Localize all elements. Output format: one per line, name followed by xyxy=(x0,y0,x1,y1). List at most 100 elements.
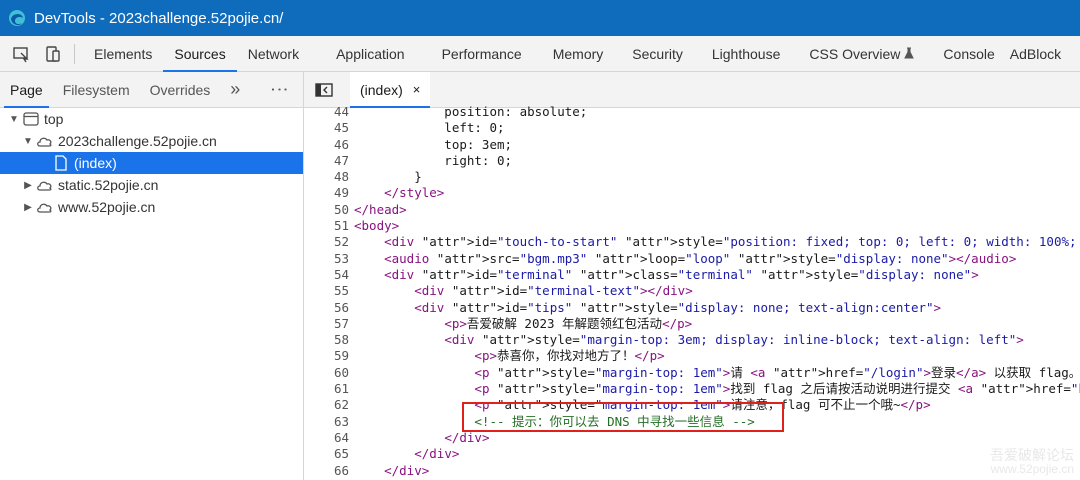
line-number[interactable]: 63 xyxy=(304,414,349,430)
edge-logo-icon xyxy=(8,9,26,27)
watermark-line-1: 吾爱破解论坛 xyxy=(990,447,1074,463)
line-number[interactable]: 58 xyxy=(304,332,349,348)
line-number[interactable]: 64 xyxy=(304,430,349,446)
tree-item-domain-www[interactable]: ▶ www.52pojie.cn xyxy=(0,196,303,218)
tab-page[interactable]: Page xyxy=(0,72,53,108)
tab-network[interactable]: Network xyxy=(237,36,310,71)
line-number-gutter: 44 45 46 47 48 49 50 51 52 53 54 55 56 57 58 59 60 61 62 63… xyxy=(304,104,349,480)
line-number[interactable]: 56 xyxy=(304,300,349,316)
code-line: right: 0; xyxy=(354,152,513,168)
tree-item-label: (index) xyxy=(74,155,117,171)
line-number[interactable]: 51 xyxy=(304,218,349,234)
tab-console[interactable]: Console xyxy=(925,36,1005,71)
editor-tab-label: (index) xyxy=(360,81,403,98)
code-line: <div "attr">style="margin-top: 3em; disp… xyxy=(444,332,1024,348)
code-line: <p>吾爱破解 2023 年解题领红包活动</p> xyxy=(444,315,693,331)
tree-item-label: top xyxy=(44,111,64,127)
code-line: left: 0; xyxy=(354,120,505,136)
cloud-icon xyxy=(36,133,54,149)
line-number[interactable]: 46 xyxy=(304,137,349,153)
devtools-toolbar: Elements Sources Network Application Per… xyxy=(0,36,1080,72)
more-tabs-icon[interactable]: » xyxy=(220,72,250,107)
line-number[interactable]: 60 xyxy=(304,365,349,381)
experiment-flask-icon xyxy=(904,46,915,62)
tab-lighthouse[interactable]: Lighthouse xyxy=(694,36,792,71)
tab-application[interactable]: Application xyxy=(310,36,416,71)
code-line: <audio "attr">src="bgm.mp3" "attr">loop=… xyxy=(384,250,1017,266)
tab-sources[interactable]: Sources xyxy=(163,36,238,72)
line-number[interactable]: 59 xyxy=(304,348,349,364)
navigator-tabs: Page Filesystem Overrides » ⋮ xyxy=(0,72,303,108)
line-number[interactable]: 52 xyxy=(304,234,349,250)
line-number[interactable]: 48 xyxy=(304,169,349,185)
code-line: } xyxy=(354,169,422,185)
cloud-icon xyxy=(36,199,54,215)
tree-item-label: www.52pojie.cn xyxy=(58,199,156,215)
expand-arrow-icon[interactable]: ▼ xyxy=(22,136,34,147)
highlight-box xyxy=(462,402,784,432)
collapse-arrow-icon[interactable]: ▶ xyxy=(22,202,34,213)
more-options-icon[interactable]: ⋮ xyxy=(262,71,297,109)
code-line: </div> xyxy=(384,462,430,478)
code-line: <div "attr">id="touch-to-start" "attr">s… xyxy=(384,234,1077,250)
tab-elements[interactable]: Elements xyxy=(83,36,163,71)
code-line: <p "attr">style="margin-top: 1em">找到 fla… xyxy=(474,381,1080,397)
code-line: <div "attr">id="tips" "attr">style="disp… xyxy=(414,299,942,315)
code-line: </div> xyxy=(414,446,460,462)
file-icon xyxy=(52,155,70,171)
tree-item-label: 2023challenge.52pojie.cn xyxy=(58,133,217,149)
editor-tab-index[interactable]: (index) × xyxy=(350,72,431,108)
inspect-element-icon[interactable] xyxy=(10,43,32,65)
line-number[interactable]: 47 xyxy=(304,153,349,169)
window-title: DevTools - 2023challenge.52pojie.cn/ xyxy=(34,9,284,27)
line-number[interactable]: 57 xyxy=(304,316,349,332)
code-line: position: absolute; xyxy=(354,104,588,119)
toolbar-divider xyxy=(74,43,75,64)
line-number[interactable]: 54 xyxy=(304,267,349,283)
code-line: <div "attr">id="terminal-text"></div> xyxy=(414,283,693,299)
tab-memory[interactable]: Memory xyxy=(533,36,615,71)
expand-arrow-icon[interactable]: ▼ xyxy=(8,114,20,125)
line-number[interactable]: 66 xyxy=(304,463,349,479)
code-line: <p>恭喜你，你找对地方了！</p> xyxy=(474,348,665,364)
tab-adblock[interactable]: AdBlock xyxy=(1006,36,1072,71)
code-line: </style> xyxy=(384,185,445,201)
tab-overrides[interactable]: Overrides xyxy=(140,72,221,107)
tab-performance[interactable]: Performance xyxy=(416,36,533,71)
frame-icon xyxy=(22,111,40,127)
tab-css-overview-label: CSS Overview xyxy=(809,45,901,62)
cloud-icon xyxy=(36,177,54,193)
line-number[interactable]: 53 xyxy=(304,251,349,267)
tab-css-overview[interactable]: CSS Overview xyxy=(791,36,925,71)
line-number[interactable]: 49 xyxy=(304,185,349,201)
code-line: </div> xyxy=(444,429,490,445)
line-number[interactable]: 65 xyxy=(304,446,349,462)
tree-item-label: static.52pojie.cn xyxy=(58,177,159,193)
line-number[interactable]: 50 xyxy=(304,202,349,218)
title-bar: DevTools - 2023challenge.52pojie.cn/ xyxy=(0,0,1080,36)
tree-item-top[interactable]: ▼ top xyxy=(0,108,303,130)
code-line: </head> xyxy=(354,201,407,217)
navigator-pane: Page Filesystem Overrides » ⋮ ▼ top ▼ 20… xyxy=(0,72,304,480)
close-icon[interactable]: × xyxy=(413,82,421,97)
line-number[interactable]: 44 xyxy=(304,104,349,120)
tree-item-index-file[interactable]: (index) xyxy=(0,152,303,174)
code-line: <body> xyxy=(354,218,400,234)
tree-item-domain-static[interactable]: ▶ static.52pojie.cn xyxy=(0,174,303,196)
code-line: top: 3em; xyxy=(354,136,513,152)
tab-security[interactable]: Security xyxy=(614,36,694,71)
watermark: 吾爱破解论坛 www.52pojie.cn xyxy=(990,448,1074,476)
file-tree: ▼ top ▼ 2023challenge.52pojie.cn (index)… xyxy=(0,108,303,218)
code-line: <p "attr">style="margin-top: 1em">请 <a "… xyxy=(474,364,1080,380)
toggle-navigator-icon[interactable] xyxy=(310,76,338,104)
code-line: <div "attr">id="terminal" "attr">class="… xyxy=(384,266,979,282)
tree-item-domain-2023challenge[interactable]: ▼ 2023challenge.52pojie.cn xyxy=(0,130,303,152)
device-toolbar-icon[interactable] xyxy=(42,43,64,65)
line-number[interactable]: 45 xyxy=(304,120,349,136)
line-number[interactable]: 62 xyxy=(304,397,349,413)
line-number[interactable]: 61 xyxy=(304,381,349,397)
tab-filesystem[interactable]: Filesystem xyxy=(53,72,140,107)
line-number[interactable]: 55 xyxy=(304,283,349,299)
collapse-arrow-icon[interactable]: ▶ xyxy=(22,180,34,191)
editor-tabs: (index) × xyxy=(304,72,1080,108)
